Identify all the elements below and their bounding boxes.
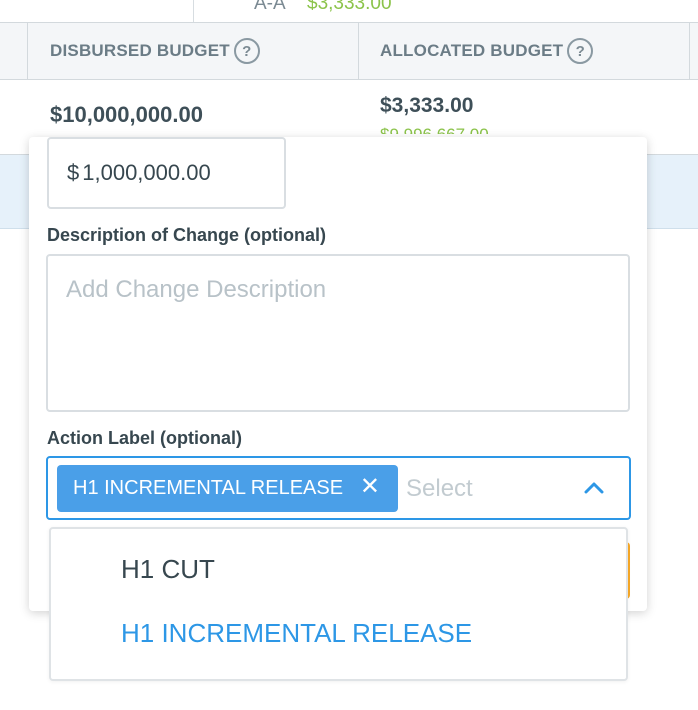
row-amount: $3,333.00 (307, 0, 392, 14)
column-divider (27, 23, 28, 79)
help-icon[interactable]: ? (233, 38, 260, 64)
help-icon[interactable]: ? (567, 38, 594, 64)
action-label-select[interactable]: H1 INCREMENTAL RELEASE ✕ Select (46, 456, 631, 520)
description-label: Description of Change (optional) (47, 225, 326, 245)
currency-symbol: $ (67, 160, 80, 185)
table-header: DISBURSED BUDGET ? ALLOCATED BUDGET ? (0, 22, 698, 80)
select-placeholder: Select (406, 475, 473, 502)
description-placeholder: Add Change Description (66, 276, 327, 303)
disbursed-budget-header-label: DISBURSED BUDGET (50, 41, 230, 60)
row-code: A-A (254, 0, 286, 14)
description-textarea[interactable]: Add Change Description (46, 254, 630, 412)
disbursed-budget-value: $10,000,000.00 (50, 102, 203, 127)
previous-table-row: A-A $3,333.00 (0, 0, 698, 22)
allocated-budget-header: ALLOCATED BUDGET ? (380, 23, 594, 79)
action-label-heading: Action Label (optional) (47, 428, 242, 448)
column-divider (689, 23, 690, 79)
chevron-up-icon[interactable] (584, 480, 604, 494)
allocated-budget-header-label: ALLOCATED BUDGET (380, 41, 564, 60)
selected-chip: H1 INCREMENTAL RELEASE ✕ (57, 465, 398, 512)
allocated-remaining-value: $9,996,667.00 (380, 124, 489, 134)
column-divider (193, 0, 194, 22)
amount-value: 1,000,000.00 (82, 160, 211, 185)
dropdown-option-h1-incremental-release[interactable]: H1 INCREMENTAL RELEASE (121, 618, 472, 649)
action-label-dropdown: H1 CUT H1 INCREMENTAL RELEASE (49, 527, 628, 681)
chip-label: H1 INCREMENTAL RELEASE (73, 477, 344, 499)
allocated-budget-value: $3,333.00 (380, 94, 474, 117)
chip-remove-icon[interactable]: ✕ (360, 475, 380, 499)
dropdown-option-h1-cut[interactable]: H1 CUT (121, 554, 215, 585)
column-divider (358, 23, 359, 79)
disbursed-budget-header: DISBURSED BUDGET ? (50, 23, 260, 79)
amount-input[interactable]: $ 1,000,000.00 (47, 137, 286, 209)
